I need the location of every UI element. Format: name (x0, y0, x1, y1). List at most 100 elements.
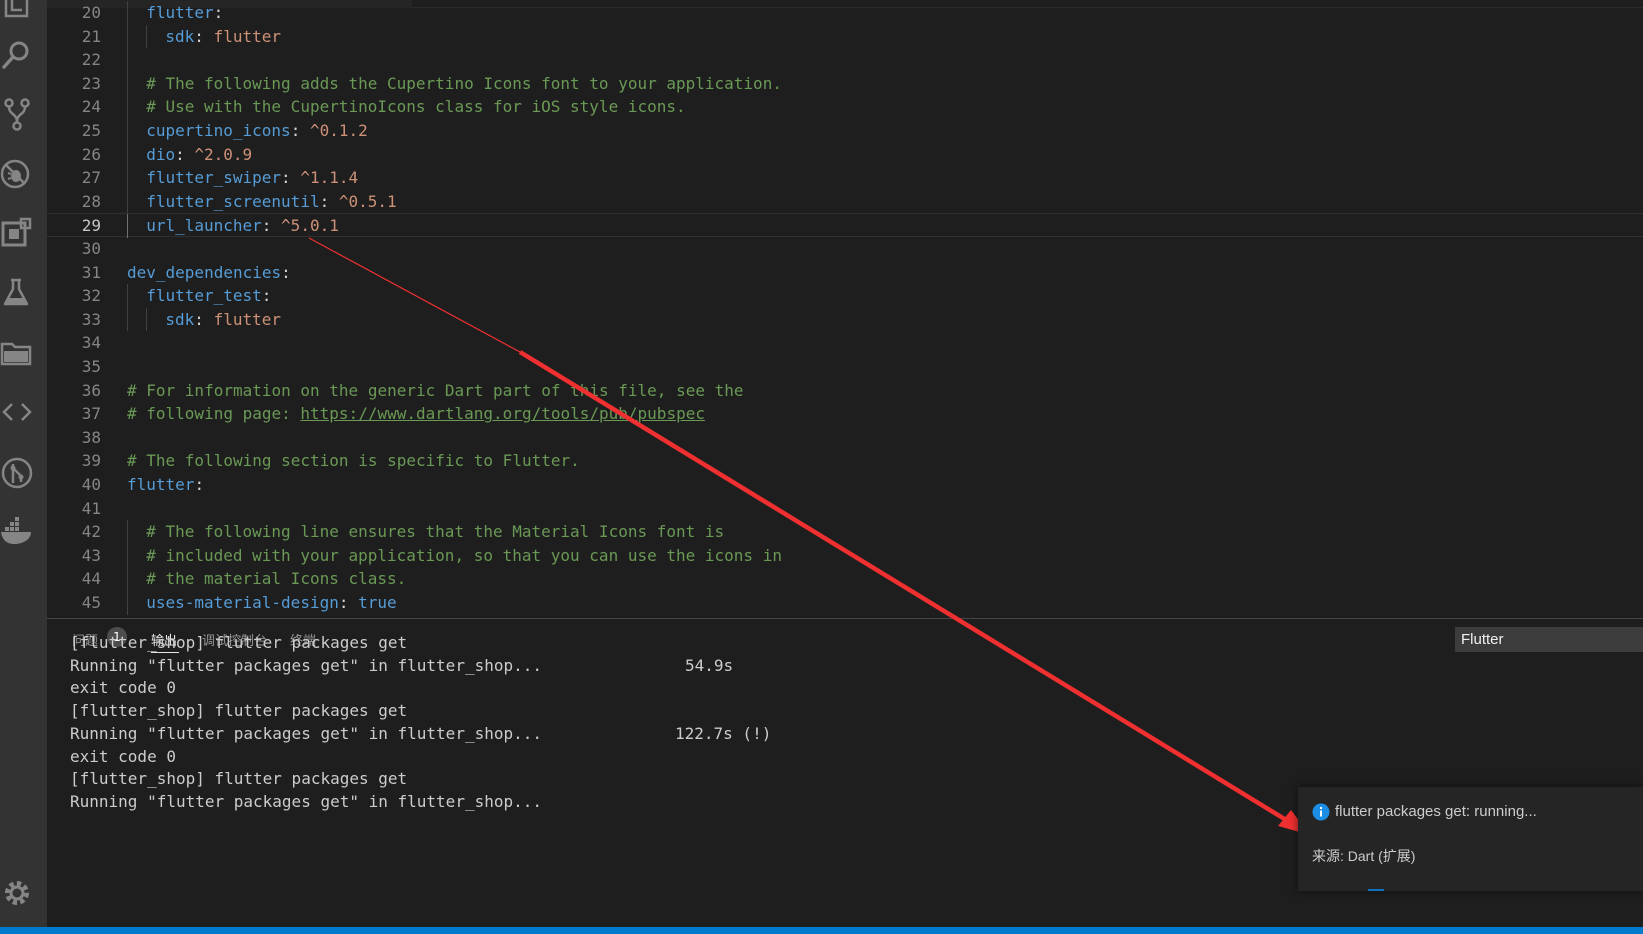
code-line[interactable]: 41 (47, 497, 1643, 521)
code-token: flutter (146, 3, 214, 22)
code-line[interactable]: 31 dev_dependencies: (47, 261, 1643, 285)
line-number: 40 (81, 475, 101, 494)
code-token: ^0.5.1 (338, 191, 397, 211)
code-text: # following page: https://www.dartlang.o… (127, 402, 705, 426)
code-token: dio (146, 144, 176, 164)
status-bar (0, 927, 1643, 934)
code-text: # included with your application, so tha… (146, 544, 782, 568)
code-token: : (319, 191, 339, 211)
code-line[interactable]: 34 (47, 331, 1643, 355)
code-line[interactable]: 20 flutter: (47, 1, 1643, 25)
code-token: flutter (213, 309, 281, 329)
line-number: 24 (81, 97, 101, 117)
git-graph-icon[interactable] (0, 456, 34, 490)
code-token: : (338, 593, 359, 612)
code-line[interactable]: 28 flutter_screenutil: ^0.5.1 (47, 189, 1643, 214)
line-number: 37 (81, 404, 101, 424)
output-channel-select[interactable]: Flutter (1455, 627, 1643, 652)
notification-toast: flutter packages get: running... 来源: Dar… (1298, 787, 1643, 891)
code-token: ^0.1.2 (309, 121, 368, 140)
code-text: flutter_screenutil: ^0.5.1 (146, 190, 396, 214)
code-token: : (194, 475, 205, 494)
code-line[interactable]: 43 # included with your application, so t… (47, 543, 1643, 568)
line-number: 36 (81, 380, 101, 400)
explorer-icon[interactable] (0, 0, 34, 20)
debug-icon[interactable] (0, 157, 34, 191)
test-icon[interactable] (0, 276, 34, 310)
code-line[interactable]: 39 # The following section is specific to… (47, 449, 1643, 473)
code-line[interactable]: 37 # following page: https://www.dartlang… (47, 402, 1643, 426)
code-editor[interactable]: 20 flutter: 21 sdk: flutter 22 23 # The follow… (47, 0, 1643, 618)
code-token: : (175, 144, 195, 164)
code-line[interactable]: 32 flutter_test: (47, 284, 1643, 308)
code-text: # the material Icons class. (146, 567, 406, 591)
code-token: # For information on the generic Dart pa… (127, 380, 744, 400)
code-text: flutter: (127, 473, 204, 497)
code-token: : (213, 3, 224, 22)
code-text: flutter_swiper: ^1.1.4 (146, 166, 358, 190)
notification-progress (1368, 889, 1384, 891)
docker-icon[interactable] (0, 515, 34, 549)
code-text: dio: ^2.0.9 (146, 143, 252, 167)
line-number: 42 (81, 522, 101, 542)
indent-guide (127, 24, 128, 49)
code-line[interactable]: 24 # Use with the CupertinoIcons class fo… (47, 95, 1643, 119)
output-line: exit code 0 (70, 678, 176, 698)
code-line[interactable]: 33 sdk: flutter (47, 307, 1643, 332)
code-line[interactable]: 35 (47, 355, 1643, 379)
code-token: ^5.0.1 (281, 216, 339, 236)
code-token: cupertino_icons (146, 121, 291, 140)
indent-guide (127, 1, 128, 25)
code-line[interactable]: 27 flutter_swiper: ^1.1.4 (47, 166, 1643, 190)
code-line[interactable]: 26 dio: ^2.0.9 (47, 142, 1643, 167)
line-number: 20 (81, 3, 101, 22)
code-line[interactable]: 22 (47, 48, 1643, 72)
code-line[interactable]: 29 url_launcher: ^5.0.1 (47, 213, 1643, 238)
code-line[interactable]: 25 cupertino_icons: ^0.1.2 (47, 119, 1643, 143)
code-token: uses-material-design (146, 593, 339, 612)
code-line[interactable]: 38 (47, 426, 1643, 450)
code-token: url_launcher (146, 216, 262, 236)
extensions-icon[interactable] (0, 217, 34, 251)
code-line[interactable]: 30 (47, 237, 1643, 261)
output-duration: 54.9s (685, 655, 734, 675)
indent-guide (127, 48, 128, 72)
code-line[interactable]: 40 flutter: (47, 473, 1643, 497)
code-line[interactable]: 21 sdk: flutter (47, 24, 1643, 49)
code-line[interactable]: 45 uses-material-design: true (47, 591, 1643, 615)
indent-guide (127, 119, 128, 143)
code-text: sdk: flutter (165, 25, 281, 49)
line-number: 35 (81, 357, 101, 376)
output-line: [flutter_shop] flutter packages get (70, 769, 408, 789)
code-token: sdk (165, 309, 195, 329)
code-line[interactable]: 44 # the material Icons class. (47, 567, 1643, 591)
activity-bar (0, 0, 47, 927)
indent-guide (127, 142, 128, 167)
line-number: 29 (81, 216, 101, 236)
code-line[interactable]: 42 # The following line ensures that the … (47, 520, 1643, 544)
code-icon[interactable] (0, 395, 34, 429)
indent-guide (127, 567, 128, 591)
line-number: 34 (81, 333, 101, 353)
code-token[interactable]: https://www.dartlang.org/tools/pub/pubsp… (300, 404, 705, 423)
code-line[interactable]: 23 # The following adds the Cupertino Ico… (47, 71, 1643, 96)
output-line: Running "flutter packages get" in flutte… (70, 791, 543, 811)
code-token: ^1.1.4 (300, 168, 359, 188)
gear-icon[interactable] (0, 876, 34, 910)
output-line: [flutter_shop] flutter packages get (70, 633, 408, 652)
indent-guide (146, 307, 148, 332)
code-token: : (261, 286, 272, 306)
code-line[interactable]: 36 # For information on the generic Dart … (47, 379, 1643, 403)
line-number: 32 (81, 286, 101, 306)
indent-guide (127, 71, 128, 96)
search-icon[interactable] (0, 38, 34, 72)
source-control-icon[interactable] (0, 97, 34, 131)
line-number: 31 (81, 262, 101, 282)
line-number: 39 (81, 451, 101, 471)
indent-guide (127, 591, 128, 615)
folder-icon[interactable] (0, 336, 34, 370)
indent-guide (127, 307, 128, 332)
code-token: flutter (213, 26, 281, 46)
code-token: # The following adds the Cupertino Icons… (146, 73, 782, 93)
line-number: 23 (81, 73, 101, 93)
